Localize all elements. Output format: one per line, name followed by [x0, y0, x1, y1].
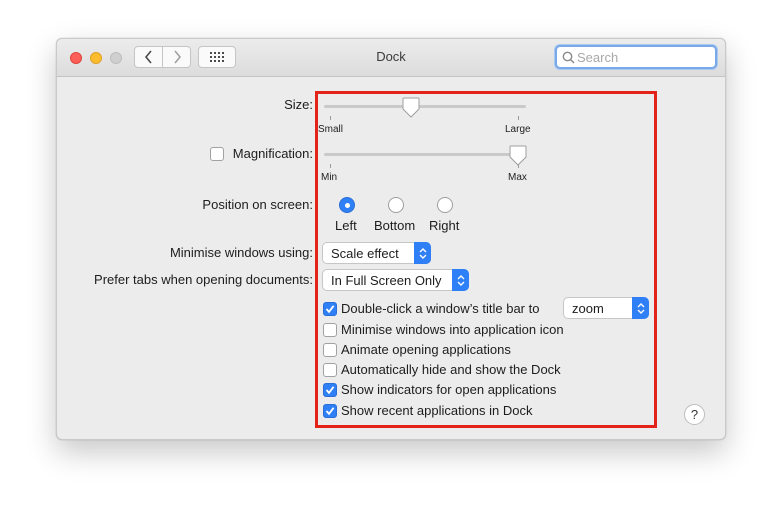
popup-arrows-icon [452, 269, 469, 291]
animate-opening-checkbox[interactable] [323, 343, 337, 357]
double-click-action-popup[interactable]: zoom [563, 297, 649, 319]
prefer-tabs-label: Prefer tabs when opening documents: [94, 272, 313, 287]
position-left-label: Left [335, 218, 357, 233]
magnification-max-tick [518, 164, 519, 168]
position-right-radio[interactable] [437, 197, 453, 213]
popup-arrows-icon [414, 242, 431, 264]
magnification-slider-knob[interactable] [509, 145, 527, 166]
grid-icon [210, 52, 224, 62]
size-label: Size: [284, 97, 313, 112]
double-click-checkbox[interactable] [323, 302, 337, 316]
minimise-effect-value: Scale effect [331, 246, 399, 261]
checkmark-icon [325, 305, 335, 314]
back-chevron-icon [144, 50, 152, 64]
size-slider-knob[interactable] [402, 97, 420, 118]
forward-chevron-icon [173, 50, 181, 64]
double-click-action-value: zoom [572, 301, 604, 316]
size-min-label: Small [318, 124, 344, 135]
minimise-into-icon-label: Minimise windows into application icon [341, 322, 564, 337]
animate-opening-label: Animate opening applications [341, 342, 511, 357]
autohide-dock-label: Automatically hide and show the Dock [341, 362, 561, 377]
position-right-label: Right [429, 218, 460, 233]
minimise-effect-popup[interactable]: Scale effect [322, 242, 431, 264]
show-indicators-label: Show indicators for open applications [341, 382, 557, 397]
forward-button[interactable] [162, 46, 191, 68]
minimise-effect-label: Minimise windows using: [169, 245, 313, 260]
show-all-button[interactable] [198, 46, 236, 68]
magnification-min-tick [330, 164, 331, 168]
magnification-label: Magnification: [232, 146, 313, 161]
checkmark-icon [325, 386, 335, 395]
checkmark-icon [325, 407, 335, 416]
double-click-label: Double-click a window’s title bar to [341, 301, 540, 316]
show-recent-apps-checkbox[interactable] [323, 404, 337, 418]
popup-arrows-icon [632, 297, 649, 319]
position-label: Position on screen: [202, 197, 313, 212]
prefer-tabs-popup[interactable]: In Full Screen Only [322, 269, 469, 291]
title-bar: Dock Search [57, 39, 725, 77]
search-placeholder: Search [577, 50, 619, 65]
search-icon [562, 51, 575, 64]
window-title: Dock [376, 49, 406, 64]
autohide-dock-checkbox[interactable] [323, 363, 337, 377]
show-indicators-checkbox[interactable] [323, 383, 337, 397]
minimise-into-icon-checkbox[interactable] [323, 323, 337, 337]
magnification-checkbox[interactable] [210, 147, 224, 161]
zoom-window-button[interactable] [110, 52, 122, 64]
help-button[interactable]: ? [684, 404, 705, 425]
size-slider-track [324, 105, 526, 108]
back-button[interactable] [134, 46, 163, 68]
show-recent-apps-label: Show recent applications in Dock [341, 403, 533, 418]
size-min-tick [330, 116, 331, 120]
magnification-min-label: Min [321, 172, 338, 183]
minimize-window-button[interactable] [90, 52, 102, 64]
position-bottom-radio[interactable] [388, 197, 404, 213]
position-bottom-label: Bottom [374, 218, 416, 233]
size-max-tick [518, 116, 519, 120]
size-max-label: Large [505, 124, 531, 135]
magnification-slider-track [324, 153, 526, 156]
dock-preferences-window: Dock Search Size: Small Large Magnificat… [56, 38, 726, 440]
close-window-button[interactable] [70, 52, 82, 64]
magnification-max-label: Max [508, 172, 527, 183]
position-left-radio[interactable] [339, 197, 355, 213]
search-field[interactable]: Search [555, 45, 717, 69]
prefer-tabs-value: In Full Screen Only [331, 273, 442, 288]
